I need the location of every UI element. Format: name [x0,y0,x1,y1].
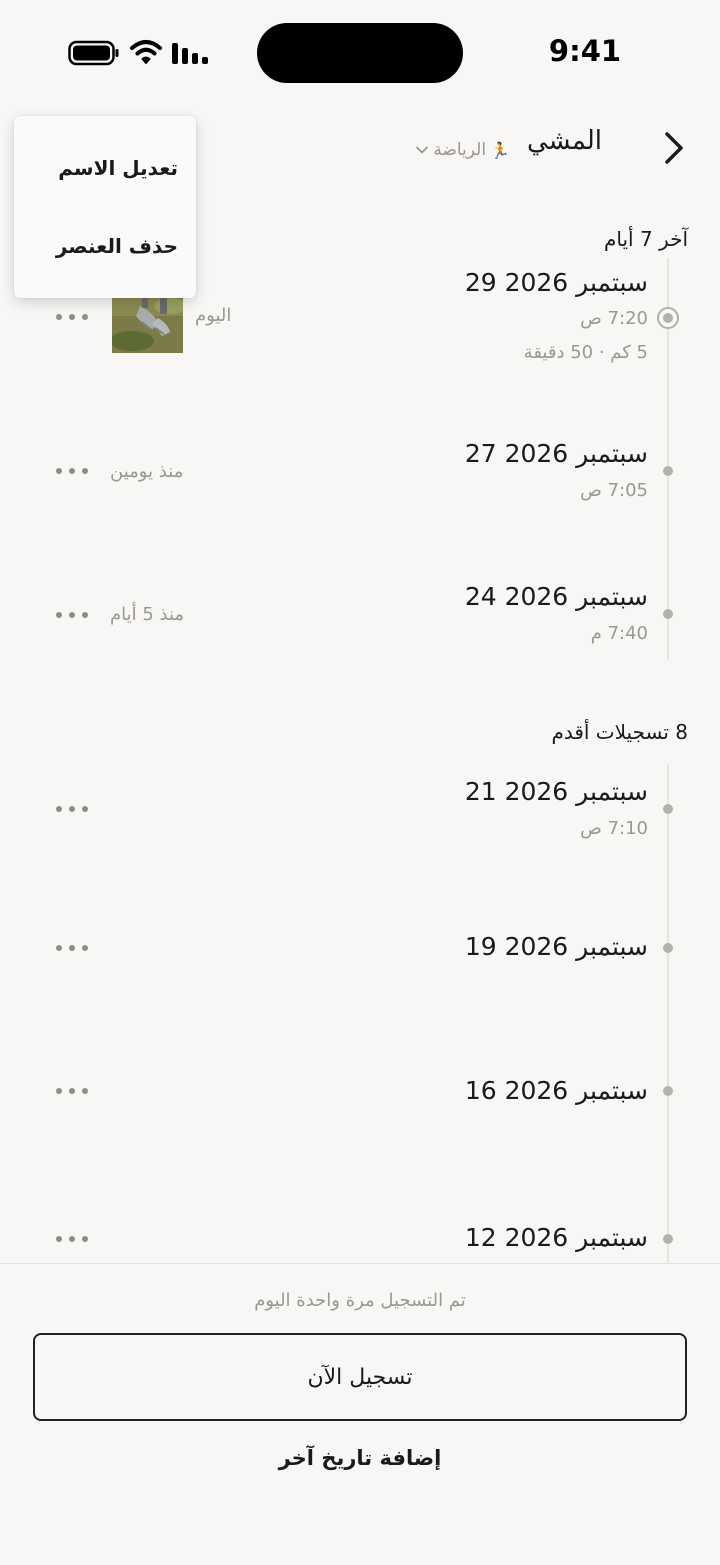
options-menu: تعديل الاسم حذف العنصر [14,116,196,298]
more-options-button[interactable] [56,461,88,481]
timeline-line [667,764,669,1263]
entry-date: 29 سبتمبر 2026 [464,268,648,297]
entry-relative-time: منذ يومين [110,461,184,482]
entry-date: 19 سبتمبر 2026 [464,932,648,961]
timeline-dot [663,804,673,814]
running-icon: 🏃 [490,140,510,160]
entry-date: 21 سبتمبر 2026 [464,777,648,806]
more-options-button[interactable] [56,1229,88,1249]
more-options-button[interactable] [56,307,88,327]
more-options-button[interactable] [56,938,88,958]
more-options-button[interactable] [56,1081,88,1101]
entry-relative-time: اليوم [195,305,232,326]
entry-time: 7:10 ص [580,818,648,839]
back-button[interactable] [654,128,694,168]
entry-date: 12 سبتمبر 2026 [464,1223,648,1252]
section-title-recent: آخر 7 أيام [603,227,688,251]
entry-time: 7:05 ص [580,480,648,501]
category-label: الرياضة [433,140,487,160]
dynamic-island [257,23,463,83]
entry-time: 7:40 م [590,623,648,644]
timeline-dot-current [657,307,679,329]
logged-today-note: تم التسجيل مرة واحدة اليوم [254,1290,466,1311]
timeline-dot [663,943,673,953]
category-selector[interactable]: 🏃 الرياضة [380,136,510,164]
chevron-right-icon [665,132,683,164]
timeline-dot [663,609,673,619]
entry-details: 5 كم · 50 دقيقة [523,342,648,363]
battery-icon [68,40,120,66]
section-title-older: 8 تسجيلات أقدم [551,720,688,744]
entry-relative-time: منذ 5 أيام [110,604,185,625]
more-options-button[interactable] [56,605,88,625]
timeline-dot [663,466,673,476]
timeline-dot [663,1086,673,1096]
log-now-button[interactable]: تسجيل الآن [33,1333,687,1421]
entry-date: 27 سبتمبر 2026 [464,439,648,468]
more-options-button[interactable] [56,799,88,819]
chevron-down-icon [416,146,429,154]
add-another-date-link[interactable]: إضافة تاريخ آخر [0,1446,720,1470]
wifi-icon [129,38,163,66]
signal-icon [170,40,212,66]
entry-date: 24 سبتمبر 2026 [464,582,648,611]
menu-item-rename[interactable]: تعديل الاسم [58,156,178,180]
entry-date: 16 سبتمبر 2026 [464,1076,648,1105]
status-time: 9:41 [548,34,622,68]
timeline-dot [663,1234,673,1244]
entry-photo-thumbnail[interactable] [112,296,183,353]
entry-time: 7:20 ص [580,308,648,329]
menu-item-delete[interactable]: حذف العنصر [56,234,178,258]
